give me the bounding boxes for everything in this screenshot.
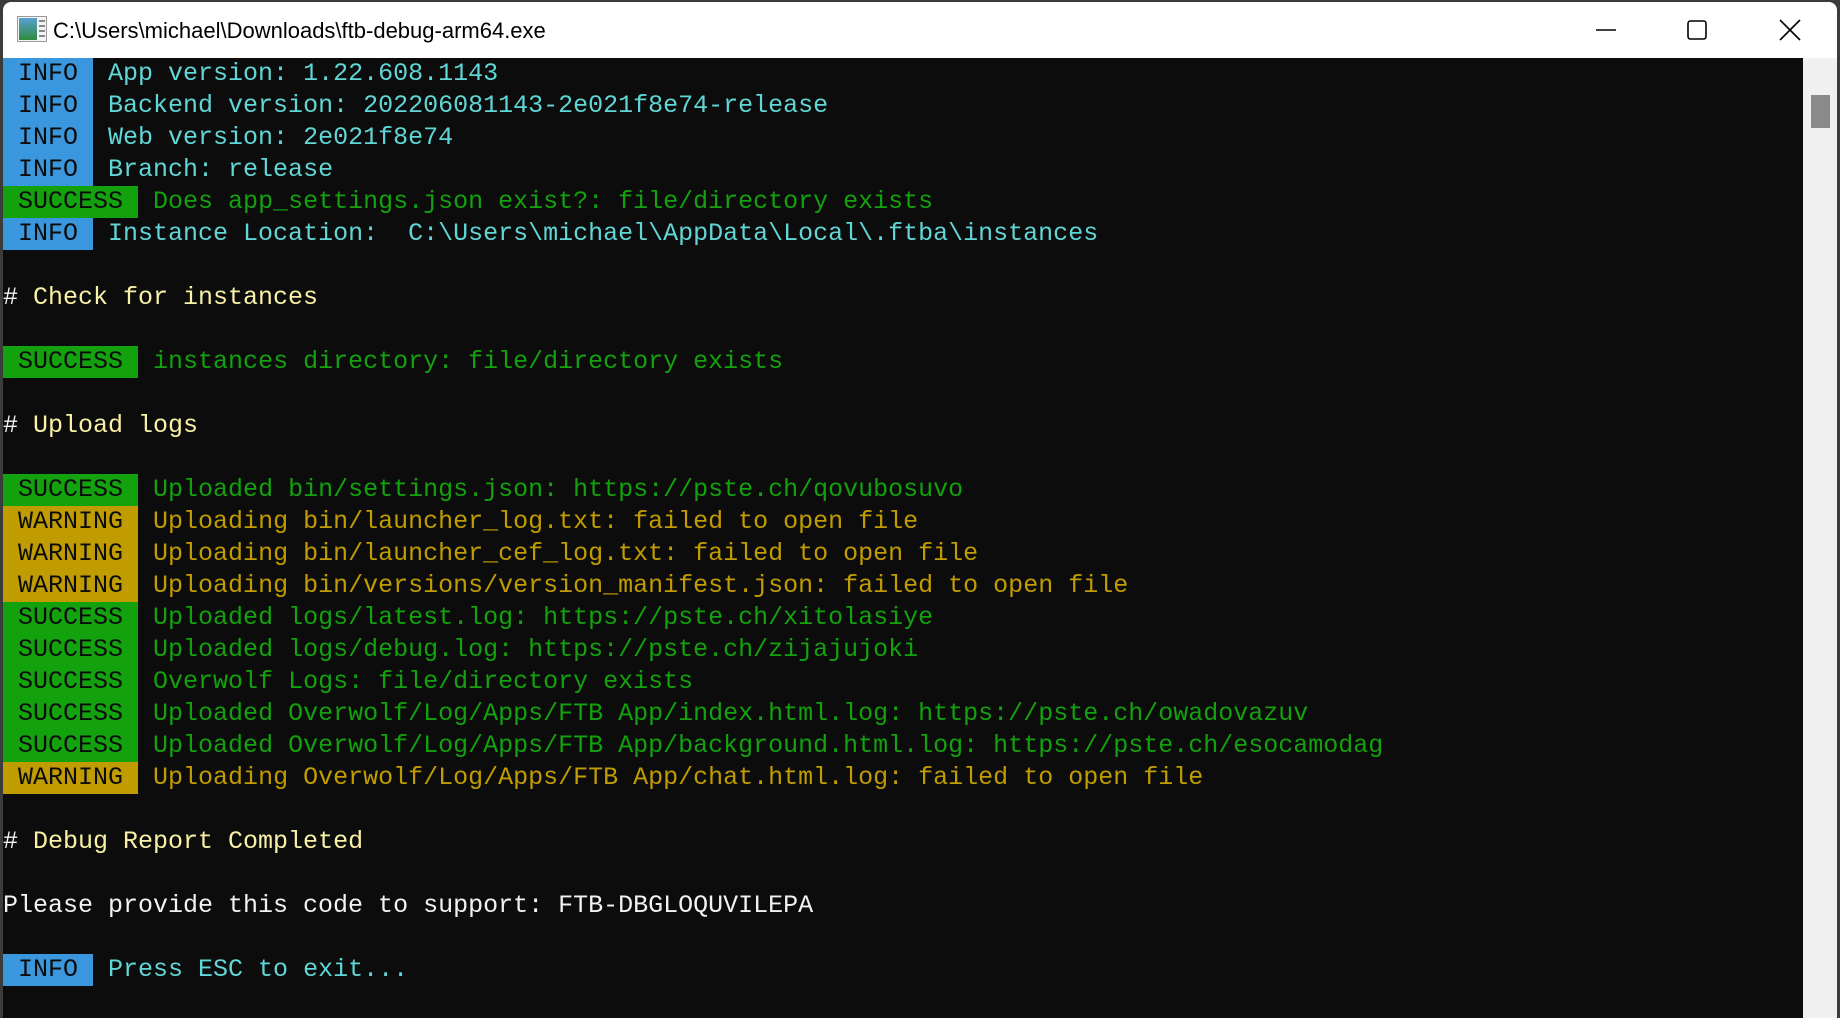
log-message: Uploading bin/launcher_cef_log.txt: fail… — [153, 539, 979, 568]
log-line-success: SUCCESS Uploaded Overwolf/Log/Apps/FTB A… — [3, 730, 1383, 762]
window-title: C:\Users\michael\Downloads\ftb-debug-arm… — [53, 18, 546, 43]
maximize-icon — [1687, 20, 1707, 40]
log-line-info: INFO Press ESC to exit... — [3, 954, 408, 986]
section-header: # Upload logs — [3, 410, 198, 442]
maximize-button[interactable] — [1652, 2, 1742, 58]
console-window: C:\Users\michael\Downloads\ftb-debug-arm… — [3, 2, 1837, 1018]
log-line-warning: WARNING Uploading Overwolf/Log/Apps/FTB … — [3, 762, 1203, 794]
log-message: Instance Location: C:\Users\michael\AppD… — [108, 219, 1099, 248]
header-hash: # — [3, 283, 19, 312]
success-badge: SUCCESS — [3, 474, 139, 506]
info-badge: INFO — [3, 58, 94, 90]
log-message: Does app_settings.json exist?: file/dire… — [153, 187, 934, 216]
header-hash: # — [3, 411, 19, 440]
info-badge: INFO — [3, 122, 94, 154]
success-badge: SUCCESS — [3, 730, 139, 762]
log-message: Uploaded Overwolf/Log/Apps/FTB App/index… — [153, 699, 1309, 728]
info-badge: INFO — [3, 218, 94, 250]
log-message: Overwolf Logs: file/directory exists — [153, 667, 694, 696]
log-line-info: INFO App version: 1.22.608.1143 — [3, 58, 498, 90]
log-line-success: SUCCESS Uploaded logs/latest.log: https:… — [3, 602, 933, 634]
warning-badge: WARNING — [3, 762, 139, 794]
success-badge: SUCCESS — [3, 634, 139, 666]
success-badge: SUCCESS — [3, 346, 139, 378]
header-text: Debug Report Completed — [18, 827, 364, 856]
log-message: Press ESC to exit... — [108, 955, 409, 984]
support-code-line: Please provide this code to support: FTB… — [3, 890, 813, 922]
log-message: Branch: release — [108, 155, 334, 184]
log-message: instances directory: file/directory exis… — [153, 347, 784, 376]
header-text: Check for instances — [18, 283, 319, 312]
close-button[interactable] — [1745, 2, 1835, 58]
minimize-button[interactable] — [1561, 2, 1651, 58]
title-bar[interactable]: C:\Users\michael\Downloads\ftb-debug-arm… — [3, 2, 1837, 58]
success-badge: SUCCESS — [3, 666, 139, 698]
header-hash: # — [3, 827, 19, 856]
info-badge: INFO — [3, 90, 94, 122]
warning-badge: WARNING — [3, 538, 139, 570]
log-line-warning: WARNING Uploading bin/launcher_cef_log.t… — [3, 538, 978, 570]
warning-badge: WARNING — [3, 570, 139, 602]
log-line-warning: WARNING Uploading bin/launcher_log.txt: … — [3, 506, 918, 538]
scrollbar-thumb[interactable] — [1811, 95, 1830, 128]
info-badge: INFO — [3, 954, 94, 986]
log-line-info: INFO Branch: release — [3, 154, 333, 186]
header-text: Upload logs — [18, 411, 199, 440]
log-message: App version: 1.22.608.1143 — [108, 59, 499, 88]
log-line-success: SUCCESS Uploaded bin/settings.json: http… — [3, 474, 963, 506]
log-line-info: INFO Instance Location: C:\Users\michael… — [3, 218, 1098, 250]
console-app-icon — [17, 16, 47, 42]
log-line-success: SUCCESS instances directory: file/direct… — [3, 346, 783, 378]
warning-badge: WARNING — [3, 506, 139, 538]
section-header: # Check for instances — [3, 282, 318, 314]
log-line-success: SUCCESS Uploaded logs/debug.log: https:/… — [3, 634, 918, 666]
log-line-info: INFO Web version: 2e021f8e74 — [3, 122, 453, 154]
section-header: # Debug Report Completed — [3, 826, 363, 858]
minimize-icon — [1596, 29, 1616, 31]
log-line-success: SUCCESS Uploaded Overwolf/Log/Apps/FTB A… — [3, 698, 1308, 730]
plain-text: Please provide this code to support: FTB… — [3, 891, 814, 920]
log-message: Uploading bin/versions/version_manifest.… — [153, 571, 1129, 600]
log-message: Backend version: 202206081143-2e021f8e74… — [108, 91, 829, 120]
log-line-success: SUCCESS Overwolf Logs: file/directory ex… — [3, 666, 693, 698]
console-output[interactable]: INFO App version: 1.22.608.1143 INFO Bac… — [3, 58, 1803, 1018]
log-message: Uploaded logs/latest.log: https://pste.c… — [153, 603, 934, 632]
log-line-warning: WARNING Uploading bin/versions/version_m… — [3, 570, 1128, 602]
success-badge: SUCCESS — [3, 186, 139, 218]
log-message: Web version: 2e021f8e74 — [108, 123, 454, 152]
success-badge: SUCCESS — [3, 602, 139, 634]
log-message: Uploaded logs/debug.log: https://pste.ch… — [153, 635, 919, 664]
log-message: Uploaded bin/settings.json: https://pste… — [153, 475, 964, 504]
close-icon — [1779, 19, 1801, 41]
log-message: Uploading Overwolf/Log/Apps/FTB App/chat… — [153, 763, 1204, 792]
info-badge: INFO — [3, 154, 94, 186]
log-line-info: INFO Backend version: 202206081143-2e021… — [3, 90, 828, 122]
log-message: Uploading bin/launcher_log.txt: failed t… — [153, 507, 919, 536]
log-message: Uploaded Overwolf/Log/Apps/FTB App/backg… — [153, 731, 1384, 760]
log-line-success: SUCCESS Does app_settings.json exist?: f… — [3, 186, 933, 218]
vertical-scrollbar[interactable] — [1803, 58, 1837, 1018]
success-badge: SUCCESS — [3, 698, 139, 730]
